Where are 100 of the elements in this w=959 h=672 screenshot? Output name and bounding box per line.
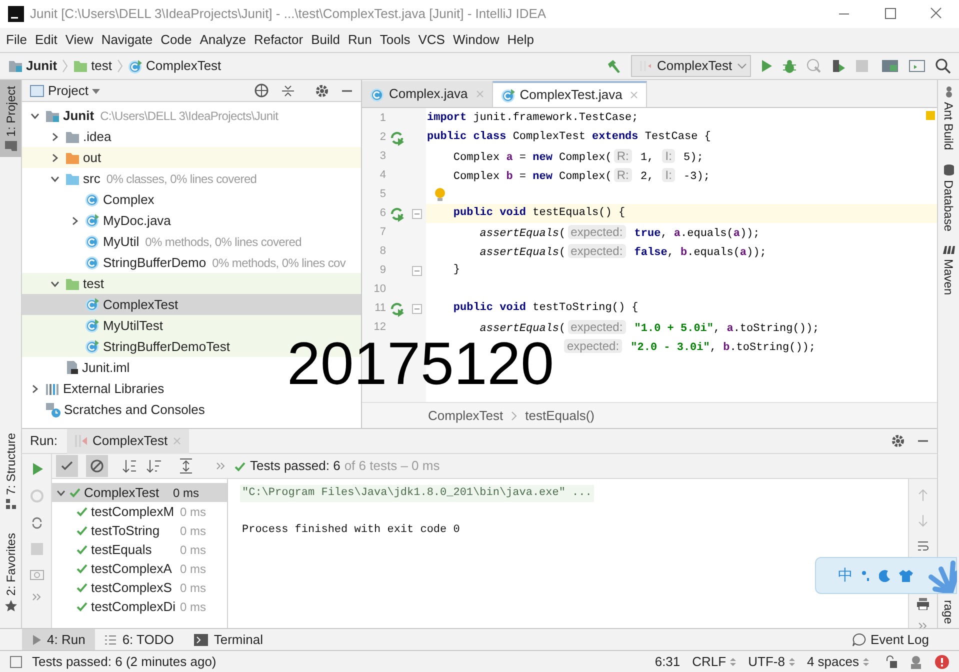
shirt-icon[interactable] bbox=[899, 570, 913, 582]
menu-item[interactable]: Window bbox=[448, 30, 504, 50]
breadcrumb-item[interactable]: Junit bbox=[8, 56, 58, 76]
menu-item[interactable]: File bbox=[2, 30, 31, 50]
window-icon[interactable] bbox=[908, 58, 926, 74]
tree-item[interactable]: test bbox=[22, 273, 361, 294]
tool-window-tab[interactable]: Ant Build bbox=[940, 86, 958, 150]
run-test-icon[interactable] bbox=[389, 300, 405, 316]
menu-item[interactable]: Tools bbox=[376, 30, 414, 50]
collapse-icon[interactable] bbox=[281, 84, 295, 98]
menu-item[interactable]: Analyze bbox=[196, 30, 250, 50]
test-item[interactable]: testEquals 0 ms bbox=[52, 540, 227, 559]
status-item[interactable]: 6:31 bbox=[654, 652, 680, 672]
run-icon[interactable] bbox=[30, 462, 42, 476]
tool-window-tab[interactable]: rage bbox=[940, 600, 958, 624]
lock-icon[interactable] bbox=[885, 654, 897, 668]
sort-alpha-icon[interactable] bbox=[122, 458, 138, 474]
tree-item[interactable]: MyUtilTest bbox=[22, 315, 361, 336]
menu-item[interactable]: Navigate bbox=[97, 30, 157, 50]
hammer-icon[interactable] bbox=[606, 58, 622, 74]
tree-item[interactable]: out bbox=[22, 147, 361, 168]
settings-icon[interactable] bbox=[891, 434, 905, 448]
tree-item[interactable]: .idea bbox=[22, 126, 361, 147]
soft-wrap-icon[interactable] bbox=[917, 540, 929, 552]
locate-icon[interactable] bbox=[254, 83, 269, 98]
tree-item[interactable]: Complex bbox=[22, 189, 361, 210]
menu-item[interactable]: Help bbox=[503, 30, 538, 50]
tool-window-tab[interactable]: 7: Structure bbox=[0, 427, 21, 516]
fold-marker-icon[interactable] bbox=[412, 304, 422, 314]
menu-item[interactable]: Edit bbox=[30, 30, 62, 50]
test-item[interactable]: ComplexTest 0 ms bbox=[52, 483, 227, 502]
run-test-icon[interactable] bbox=[389, 206, 405, 222]
tree-item[interactable]: ComplexTest bbox=[22, 294, 361, 315]
test-item[interactable]: testComplexM 0 ms bbox=[52, 502, 227, 521]
test-item[interactable]: testComplexS 0 ms bbox=[52, 578, 227, 597]
fold-marker-icon[interactable] bbox=[412, 208, 422, 218]
search-icon[interactable] bbox=[935, 58, 951, 74]
project-view-dropdown[interactable]: Project bbox=[30, 80, 100, 100]
run-tab[interactable]: ComplexTest bbox=[67, 428, 189, 454]
bug-icon[interactable] bbox=[782, 58, 797, 74]
breadcrumb-item[interactable]: test bbox=[73, 56, 112, 76]
chevron-right-icon[interactable] bbox=[30, 384, 40, 394]
run-configuration-dropdown[interactable]: ComplexTest bbox=[631, 55, 751, 77]
punctuation-icon[interactable] bbox=[861, 570, 871, 582]
menu-item[interactable]: View bbox=[61, 30, 98, 50]
show-passed-icon[interactable] bbox=[56, 455, 78, 477]
breadcrumb-item[interactable]: ComplexTest bbox=[128, 56, 222, 76]
lightbulb-icon[interactable] bbox=[434, 188, 446, 202]
tool-window-tab[interactable]: Database bbox=[940, 164, 958, 232]
menu-item[interactable]: Run bbox=[344, 30, 376, 50]
camera-icon[interactable] bbox=[30, 568, 44, 580]
tool-window-tab[interactable]: Maven bbox=[940, 245, 958, 296]
print-icon[interactable] bbox=[916, 598, 930, 610]
tree-item[interactable]: Junit C:\Users\DELL 3\IdeaProjects\Junit bbox=[22, 105, 361, 126]
status-item[interactable]: CRLF bbox=[692, 652, 736, 672]
more-icon[interactable] bbox=[918, 622, 928, 630]
inspector-icon[interactable] bbox=[909, 654, 923, 668]
breadcrumb-item[interactable]: ComplexTest bbox=[428, 406, 504, 426]
tree-item[interactable]: Scratches and Consoles bbox=[22, 399, 361, 420]
run-test-icon[interactable] bbox=[389, 130, 405, 146]
panel-toggle-icon[interactable] bbox=[10, 656, 22, 668]
fold-marker-icon[interactable] bbox=[412, 266, 422, 276]
editor-tab[interactable]: Complex.java bbox=[362, 81, 493, 107]
moon-icon[interactable] bbox=[879, 570, 891, 582]
chevron-right-icon[interactable] bbox=[50, 152, 60, 162]
expand-all-icon[interactable] bbox=[178, 458, 194, 474]
tool-window-tab[interactable]: Terminal bbox=[184, 628, 273, 650]
menu-item[interactable]: Refactor bbox=[250, 30, 308, 50]
run-icon[interactable] bbox=[760, 59, 773, 73]
editor-tab[interactable]: ComplexTest.java bbox=[492, 81, 648, 107]
project-structure-icon[interactable] bbox=[881, 58, 899, 74]
menu-item[interactable]: VCS bbox=[414, 30, 449, 50]
settings-icon[interactable] bbox=[315, 84, 329, 98]
test-item[interactable]: testComplexDi 0 ms bbox=[52, 597, 227, 616]
tree-item[interactable]: MyUtil 0% methods, 0% lines covered bbox=[22, 231, 361, 252]
error-icon[interactable] bbox=[935, 654, 949, 668]
show-ignored-icon[interactable] bbox=[86, 455, 108, 477]
event-log-button[interactable]: Event Log bbox=[852, 630, 929, 650]
tool-window-tab[interactable]: 6: TODO bbox=[95, 628, 184, 650]
tool-window-tab[interactable]: 2: Favorites bbox=[0, 527, 21, 618]
test-item[interactable]: testToString 0 ms bbox=[52, 521, 227, 540]
status-item[interactable]: 4 spaces bbox=[806, 652, 869, 672]
profiler-icon[interactable] bbox=[831, 58, 847, 74]
chevron-right-icon[interactable] bbox=[50, 132, 60, 142]
tree-item[interactable]: StringBufferDemo 0% methods, 0% lines cov bbox=[22, 252, 361, 273]
tool-window-tab[interactable]: 1: Project bbox=[0, 80, 21, 157]
tool-window-tab[interactable]: 4: Run bbox=[22, 628, 96, 650]
toggle-icon[interactable] bbox=[30, 516, 44, 530]
close-icon[interactable] bbox=[630, 91, 638, 99]
tree-item[interactable]: MyDoc.java bbox=[22, 210, 361, 231]
sort-duration-icon[interactable] bbox=[146, 458, 162, 474]
menu-item[interactable]: Code bbox=[156, 30, 196, 50]
status-item[interactable]: UTF-8 bbox=[748, 652, 795, 672]
chevron-right-icon[interactable] bbox=[70, 216, 80, 226]
more-icon[interactable] bbox=[32, 593, 42, 601]
tree-item[interactable]: src 0% classes, 0% lines covered bbox=[22, 168, 361, 189]
breadcrumb-item[interactable]: testEquals() bbox=[525, 406, 595, 426]
menu-item[interactable]: Build bbox=[307, 30, 344, 50]
more-icon[interactable] bbox=[216, 462, 226, 470]
test-item[interactable]: testComplexA 0 ms bbox=[52, 559, 227, 578]
